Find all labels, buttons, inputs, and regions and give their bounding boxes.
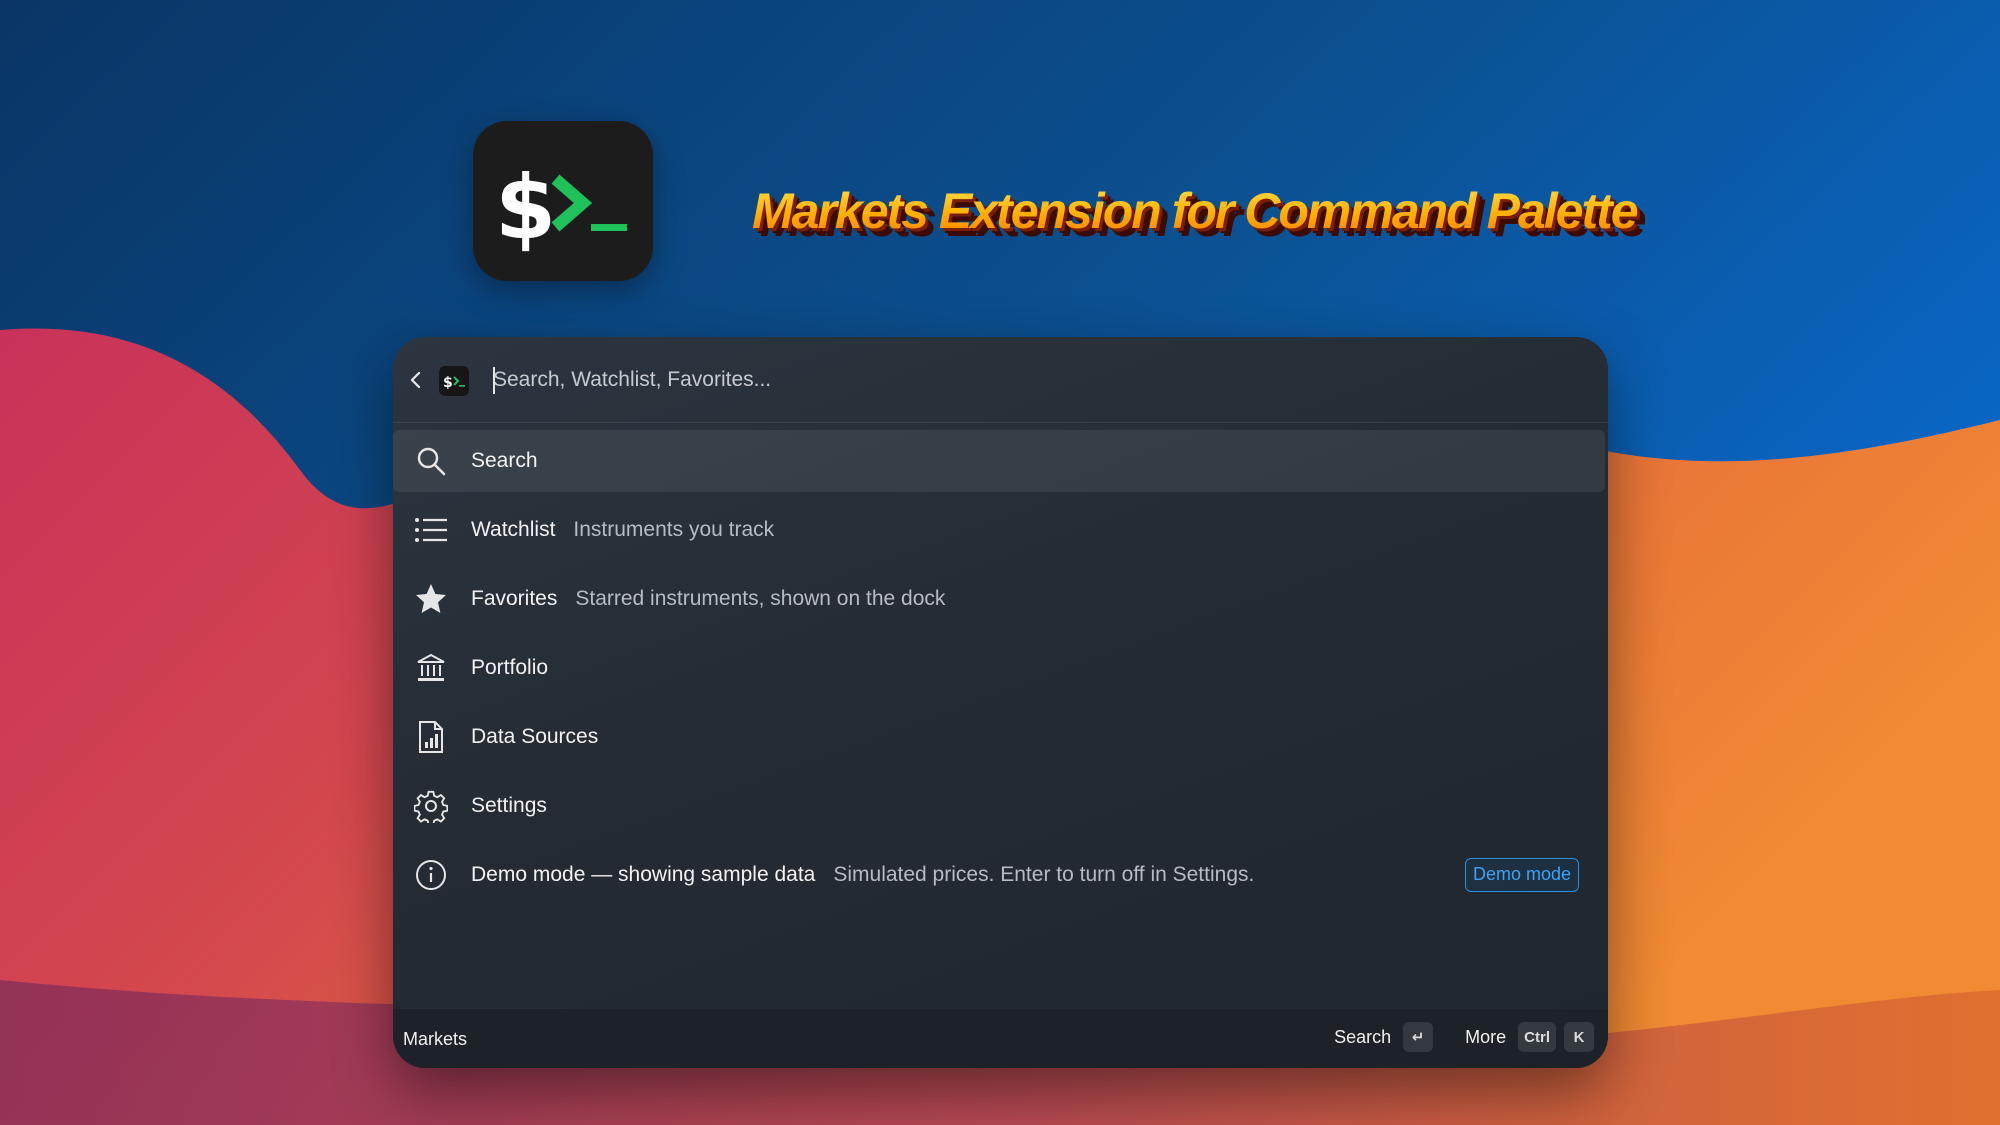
back-button[interactable] <box>403 367 429 393</box>
item-label: Favorites <box>471 587 558 610</box>
text-caret <box>493 367 495 394</box>
item-label: Watchlist <box>471 518 556 541</box>
chevron-left-icon <box>410 371 421 389</box>
command-palette-window: $ Search Watchlist <box>393 337 1608 1068</box>
primary-action-button[interactable]: Search <box>1334 1027 1391 1048</box>
item-label: Portfolio <box>471 656 549 679</box>
list-icon <box>414 513 448 547</box>
list-item-portfolio[interactable]: Portfolio <box>393 637 1605 699</box>
hero-title: Markets Extension for Command Palette <box>752 183 1639 239</box>
demo-mode-badge: Demo mode <box>1464 858 1579 892</box>
search-input[interactable] <box>493 359 1573 401</box>
palette-footer: Markets Search ↵ More Ctrl K <box>393 1009 1608 1068</box>
list-item-watchlist[interactable]: Watchlist Instruments you track <box>393 499 1605 561</box>
list-item-data-sources[interactable]: Data Sources <box>393 706 1605 768</box>
item-description: Instruments you track <box>573 518 775 541</box>
list-item-demo-mode[interactable]: Demo mode — showing sample data Simulate… <box>393 844 1605 906</box>
item-label: Settings <box>471 794 547 817</box>
app-logo-icon: $ <box>473 121 653 281</box>
footer-actions: Search ↵ More Ctrl K <box>1334 1022 1594 1052</box>
item-label: Search <box>471 449 538 472</box>
info-icon <box>414 858 448 892</box>
gear-icon <box>414 789 448 823</box>
footer-extension-name: Markets <box>403 1029 468 1049</box>
enter-key-hint: ↵ <box>1403 1022 1434 1052</box>
list-item-favorites[interactable]: Favorites Starred instruments, shown on … <box>393 568 1605 630</box>
item-label: Data Sources <box>471 725 599 748</box>
list-item-settings[interactable]: Settings <box>393 775 1605 837</box>
more-actions-button[interactable]: More <box>1465 1027 1506 1048</box>
item-description: Starred instruments, shown on the dock <box>575 587 946 610</box>
list-item-search[interactable]: Search <box>393 430 1605 492</box>
item-label: Demo mode — showing sample data <box>471 863 816 886</box>
ctrl-key-hint: Ctrl <box>1518 1022 1556 1052</box>
svg-text:$: $ <box>443 375 453 391</box>
star-icon <box>414 582 448 616</box>
svg-text:$: $ <box>495 156 556 259</box>
extension-icon: $ <box>439 366 469 396</box>
k-key-hint: K <box>1564 1022 1594 1052</box>
search-icon <box>414 444 448 478</box>
bank-icon <box>414 651 448 685</box>
search-bar: $ <box>393 337 1608 423</box>
item-description: Simulated prices. Enter to turn off in S… <box>833 863 1255 886</box>
document-chart-icon <box>414 720 448 754</box>
